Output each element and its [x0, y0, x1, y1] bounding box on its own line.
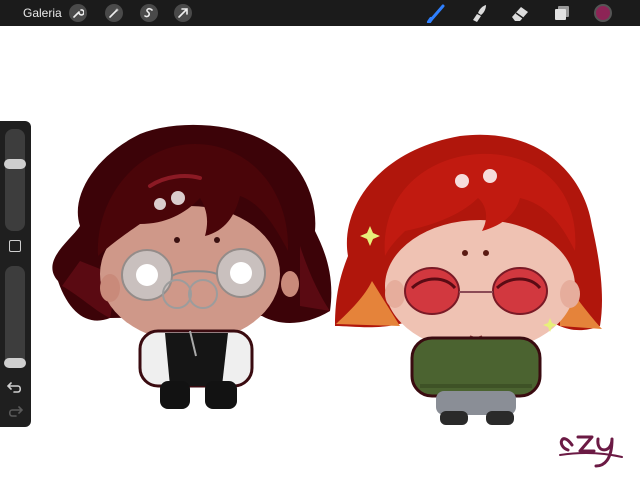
magic-wand-icon[interactable]: [105, 4, 123, 22]
drawing-canvas[interactable]: [0, 26, 640, 480]
undo-icon[interactable]: [6, 380, 23, 394]
brush-size-thumb[interactable]: [4, 159, 26, 170]
eraser-icon[interactable]: [509, 3, 531, 23]
wrench-icon[interactable]: [69, 4, 87, 22]
gallery-button[interactable]: Galeria: [23, 6, 62, 20]
opacity-thumb[interactable]: [4, 358, 26, 368]
color-picker-button[interactable]: [594, 4, 612, 22]
redo-icon[interactable]: [7, 404, 24, 418]
chibi-right: [335, 134, 603, 425]
modify-button[interactable]: [9, 240, 21, 252]
top-toolbar: Galeria: [0, 0, 640, 26]
layers-icon[interactable]: [551, 3, 573, 23]
selection-icon[interactable]: [140, 4, 158, 22]
brush-size-slider[interactable]: [4, 129, 26, 231]
side-panel: [0, 121, 31, 427]
artwork: [52, 124, 623, 468]
opacity-slider[interactable]: [4, 266, 26, 368]
transform-arrow-icon[interactable]: [174, 4, 192, 22]
brush-icon[interactable]: [426, 3, 448, 24]
chibi-left: [52, 124, 332, 409]
smudge-icon[interactable]: [468, 3, 490, 23]
signature-logo: [559, 435, 623, 468]
